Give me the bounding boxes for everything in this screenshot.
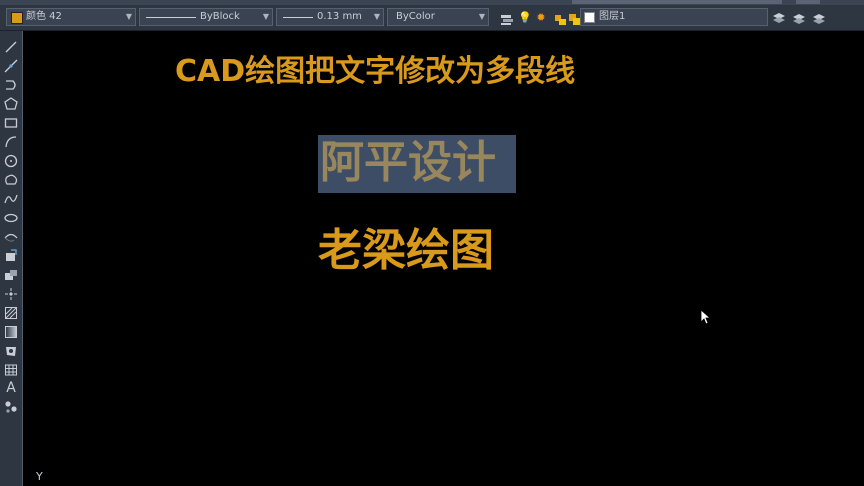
lineweight-label: 0.13 mm xyxy=(317,11,362,22)
lightbulb-icon[interactable]: 💡 xyxy=(518,11,532,25)
multiline-text-icon[interactable]: A xyxy=(3,380,19,396)
point-icon[interactable] xyxy=(3,286,19,302)
region-icon[interactable] xyxy=(3,343,19,359)
rectangle-icon[interactable] xyxy=(3,115,19,131)
properties-toolbar: 颜色 42 ▼ ByBlock ▼ 0.13 mm ▼ ByColor ▼ 💡 … xyxy=(0,5,864,31)
linetype-sample xyxy=(146,17,196,18)
color-dropdown[interactable]: 颜色 42 ▼ xyxy=(6,8,136,26)
table-icon[interactable] xyxy=(3,362,19,378)
chevron-down-icon: ▼ xyxy=(478,12,485,21)
polygon-icon[interactable] xyxy=(3,96,19,112)
draw-toolbar: A xyxy=(0,31,23,486)
top-button-partial[interactable] xyxy=(796,0,820,4)
revision-cloud-icon[interactable] xyxy=(3,172,19,188)
hatch-icon[interactable] xyxy=(3,305,19,321)
chevron-down-icon: ▼ xyxy=(125,12,132,21)
layer-color-box xyxy=(584,12,595,23)
lineweight-dropdown[interactable]: 0.13 mm ▼ xyxy=(276,8,384,26)
layer-lock-icon[interactable] xyxy=(553,11,567,25)
layer-manager-icon[interactable] xyxy=(500,11,514,25)
color-swatch xyxy=(11,12,23,24)
color-label: 颜色 42 xyxy=(26,11,62,22)
make-block-icon[interactable] xyxy=(3,267,19,283)
chevron-down-icon: ▼ xyxy=(262,12,269,21)
layer-label: 图层1 xyxy=(599,11,626,22)
line-icon[interactable] xyxy=(3,39,19,55)
drawing-title-text[interactable]: CAD绘图把文字修改为多段线 xyxy=(175,54,665,90)
plotstyle-dropdown[interactable]: ByColor ▼ xyxy=(387,8,489,26)
insert-block-icon[interactable] xyxy=(3,248,19,264)
layer-dropdown[interactable]: 图层1 xyxy=(580,8,768,26)
top-combo-partial[interactable] xyxy=(572,0,782,4)
ellipse-icon[interactable] xyxy=(3,210,19,226)
chevron-down-icon: ▼ xyxy=(373,12,380,21)
drawing-text-liang[interactable]: 老梁绘图 xyxy=(318,222,514,280)
drawing-text-ping[interactable]: 阿平设计 xyxy=(320,134,516,192)
spline-icon[interactable] xyxy=(3,191,19,207)
linetype-label: ByBlock xyxy=(200,11,240,22)
ellipse-arc-icon[interactable] xyxy=(3,229,19,245)
construction-line-icon[interactable] xyxy=(3,58,19,74)
mouse-cursor-icon xyxy=(700,309,710,325)
layer-isolate-icon[interactable] xyxy=(812,11,826,25)
sun-icon[interactable]: ✹ xyxy=(534,11,548,25)
linetype-dropdown[interactable]: ByBlock ▼ xyxy=(139,8,273,26)
layer-previous-icon[interactable] xyxy=(792,11,806,25)
lineweight-sample xyxy=(283,17,313,18)
polyline-icon[interactable] xyxy=(3,77,19,93)
add-selected-icon[interactable] xyxy=(3,399,19,415)
ucs-y-axis-label: Y xyxy=(36,470,43,483)
circle-icon[interactable] xyxy=(3,153,19,169)
plotstyle-label: ByColor xyxy=(396,11,435,22)
layer-states-icon[interactable] xyxy=(772,11,786,25)
arc-icon[interactable] xyxy=(3,134,19,150)
gradient-icon[interactable] xyxy=(3,324,19,340)
